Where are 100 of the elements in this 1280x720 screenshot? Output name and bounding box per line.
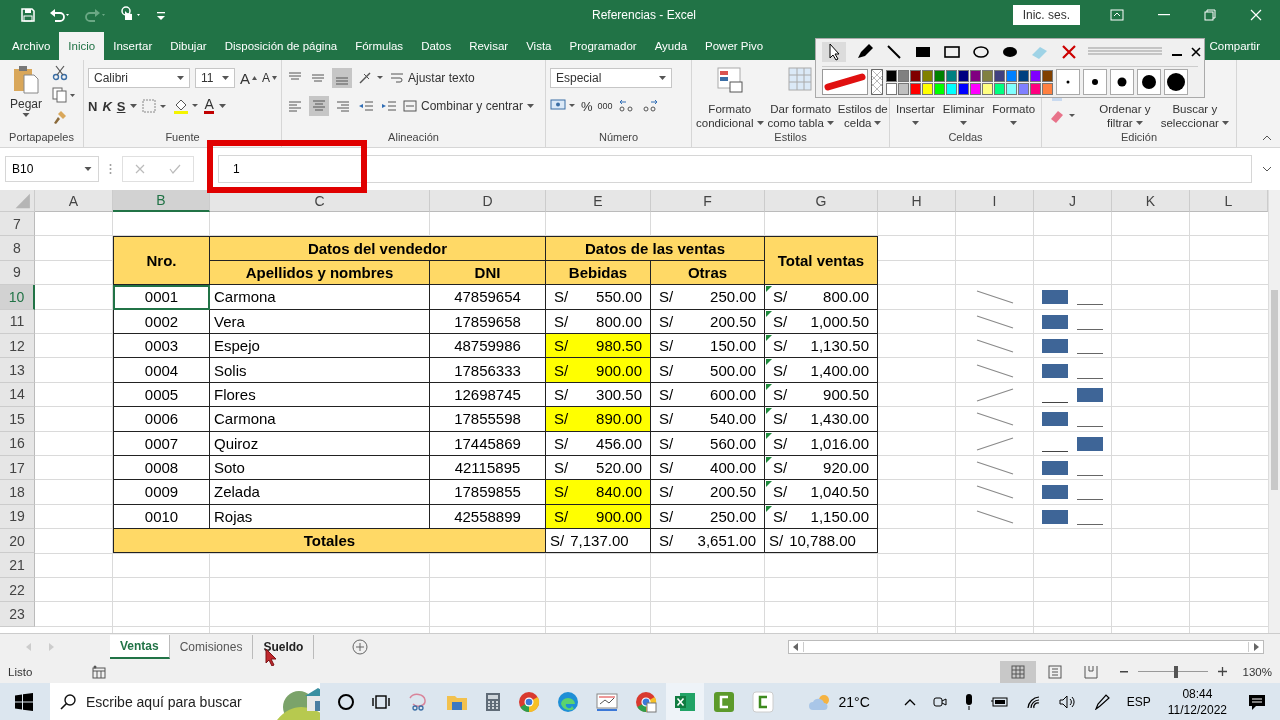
caret-icon[interactable] xyxy=(826,121,834,125)
sheet-tab[interactable]: Comisiones xyxy=(169,635,254,659)
underline-button[interactable]: S xyxy=(116,98,126,114)
ribbon-tab[interactable]: Power Pivo xyxy=(696,32,773,60)
color-swatch[interactable] xyxy=(1006,82,1017,95)
taskbar-search-field[interactable]: Escribe aquí para buscar xyxy=(86,693,267,710)
pen-size-icon[interactable] xyxy=(1083,69,1107,95)
editing-button[interactable]: Buscar y seleccionar xyxy=(1160,66,1229,130)
color-swatch[interactable] xyxy=(898,82,909,95)
color-swatch[interactable] xyxy=(910,82,921,95)
bold-button[interactable]: N xyxy=(88,98,98,114)
task-view-icon[interactable] xyxy=(371,692,390,711)
decrease-font-button[interactable]: A xyxy=(262,71,277,85)
caret-icon[interactable] xyxy=(218,104,226,108)
delete-icon[interactable] xyxy=(1060,43,1078,61)
row-header[interactable]: 7 xyxy=(0,212,35,237)
chart-app-icon[interactable] xyxy=(595,691,618,712)
ribbon-tab[interactable]: Dibujar xyxy=(161,32,216,60)
conditional-format-icon[interactable] xyxy=(715,66,744,94)
increase-decimal-icon[interactable] xyxy=(617,98,636,114)
close-icon[interactable] xyxy=(1191,47,1201,57)
grow-arrow-icon[interactable] xyxy=(252,76,257,80)
zoom-in-icon[interactable] xyxy=(1217,667,1227,676)
ribbon-tab[interactable]: Ayuda xyxy=(645,32,697,60)
color-swatch[interactable] xyxy=(958,82,969,95)
copy-icon[interactable] xyxy=(52,87,76,103)
color-swatch[interactable] xyxy=(970,82,981,95)
column-header[interactable]: G xyxy=(765,190,878,212)
zoom-out-icon[interactable] xyxy=(1119,670,1128,673)
save-icon[interactable] xyxy=(20,7,36,23)
row-header[interactable]: 20 xyxy=(0,529,35,554)
caret-icon[interactable] xyxy=(960,121,968,125)
color-swatch[interactable] xyxy=(958,69,969,82)
ribbon-display-icon[interactable] xyxy=(1110,9,1124,21)
pen-size-icon[interactable] xyxy=(1137,69,1161,95)
macro-record-icon[interactable] xyxy=(92,664,107,679)
scroll-right-icon[interactable] xyxy=(1253,643,1259,651)
cells-button[interactable]: Eliminar xyxy=(942,66,985,130)
camtasia-icon[interactable] xyxy=(712,690,735,713)
color-swatch[interactable] xyxy=(970,69,981,82)
editing-button[interactable]: Ordenar y filtrar xyxy=(1099,66,1151,130)
table-cell[interactable]: 0001 xyxy=(113,285,210,310)
customize-icon[interactable] xyxy=(156,9,166,21)
color-swatch[interactable] xyxy=(1030,82,1041,95)
cortana-icon[interactable] xyxy=(336,692,355,711)
ribbon-tab[interactable]: Datos xyxy=(412,32,461,60)
table-cell[interactable]: 0004 xyxy=(113,358,210,383)
color-swatch[interactable] xyxy=(934,69,945,82)
scroll-left-icon[interactable] xyxy=(793,643,799,651)
color-swatch[interactable] xyxy=(1030,69,1041,82)
color-swatch[interactable] xyxy=(898,69,909,82)
scrollbar-thumb[interactable] xyxy=(803,642,1249,652)
increase-font-button[interactable]: A xyxy=(240,69,257,87)
ribbon-tab[interactable]: Revisar xyxy=(460,32,518,60)
zoom-level[interactable]: 130% xyxy=(1242,665,1272,678)
transparent-swatch[interactable] xyxy=(871,69,883,95)
row-header[interactable]: 14 xyxy=(0,382,35,408)
table-cell[interactable]: 0006 xyxy=(113,407,210,432)
cells-button[interactable]: Formato xyxy=(992,66,1036,130)
wifi-icon[interactable] xyxy=(1025,694,1042,709)
name-box[interactable]: B10 xyxy=(5,156,99,182)
wrap-text-icon[interactable] xyxy=(390,71,404,85)
expand-icon[interactable] xyxy=(1262,166,1272,172)
color-swatch[interactable] xyxy=(1042,82,1053,95)
collapse-ribbon-icon[interactable] xyxy=(1262,135,1272,141)
row-header[interactable]: 23 xyxy=(0,602,35,627)
undo-icon[interactable] xyxy=(48,7,72,23)
column-header[interactable]: D xyxy=(430,190,546,212)
color-swatch[interactable] xyxy=(994,69,1005,82)
notifications-icon[interactable] xyxy=(1248,692,1266,711)
eraser-icon[interactable] xyxy=(1049,108,1078,124)
table-cell[interactable]: 0009 xyxy=(113,480,210,505)
color-swatch[interactable] xyxy=(1018,82,1029,95)
row-header[interactable]: 18 xyxy=(0,480,35,505)
pointer-icon[interactable] xyxy=(822,42,846,62)
caret-icon[interactable] xyxy=(84,167,92,171)
table-cell[interactable]: 0002 xyxy=(113,309,210,334)
caret-icon[interactable] xyxy=(527,104,535,108)
scissors-icon[interactable] xyxy=(406,691,429,712)
row-header[interactable]: 22 xyxy=(0,577,35,603)
scrollbar-thumb[interactable] xyxy=(1271,290,1278,490)
wrap-text-button[interactable]: Ajustar texto xyxy=(390,71,475,85)
column-header[interactable]: A xyxy=(35,190,113,212)
pen-icon[interactable] xyxy=(1093,693,1110,710)
ribbon-tab[interactable]: Vista xyxy=(517,32,561,60)
pen-color-swatch[interactable] xyxy=(822,69,868,95)
styles-button[interactable]: Formato condicional xyxy=(696,66,764,130)
color-swatch[interactable] xyxy=(982,82,993,95)
row-header[interactable]: 13 xyxy=(0,358,35,383)
search-icon[interactable] xyxy=(60,693,76,710)
color-swatch[interactable] xyxy=(922,69,933,82)
ribbon-tab[interactable]: Inicio xyxy=(59,32,105,60)
row-header[interactable]: 10 xyxy=(0,285,35,310)
pen-size-icon[interactable] xyxy=(1110,69,1134,95)
chrome-icon[interactable] xyxy=(634,690,657,713)
row-header[interactable]: 11 xyxy=(0,309,35,334)
number-format-dropdown[interactable]: Especial xyxy=(550,68,672,88)
merge-center-button[interactable]: Combinar y centrar xyxy=(403,99,535,113)
font-name-dropdown[interactable]: Calibri xyxy=(88,68,190,88)
cut-icon[interactable] xyxy=(52,65,68,81)
